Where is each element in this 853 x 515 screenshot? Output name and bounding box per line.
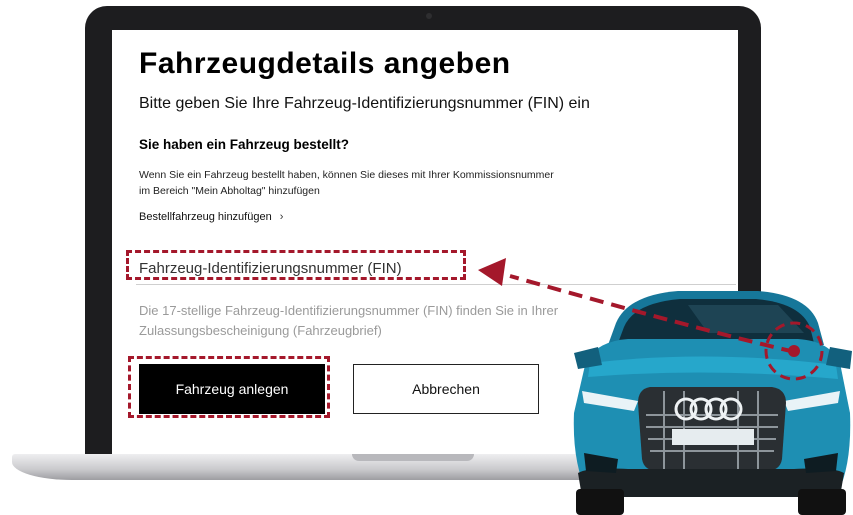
order-section-heading: Sie haben ein Fahrzeug bestellt? [139,137,350,152]
add-ordered-vehicle-link[interactable]: Bestellfahrzeug hinzufügen › [139,211,283,223]
order-section-text: Wenn Sie ein Fahrzeug bestellt haben, kö… [139,169,554,197]
cancel-button[interactable]: Abbrechen [353,364,539,414]
laptop-notch [352,454,474,461]
page-title: Fahrzeugdetails angeben [139,47,511,80]
page-subtitle: Bitte geben Sie Ihre Fahrzeug-Identifizi… [139,95,590,112]
car-image [573,291,852,515]
webcam-icon [426,13,432,19]
add-ordered-vehicle-label: Bestellfahrzeug hinzufügen [139,211,272,223]
fin-label-highlight [126,250,466,280]
create-button-highlight [128,356,330,418]
chevron-right-icon: › [279,211,284,223]
